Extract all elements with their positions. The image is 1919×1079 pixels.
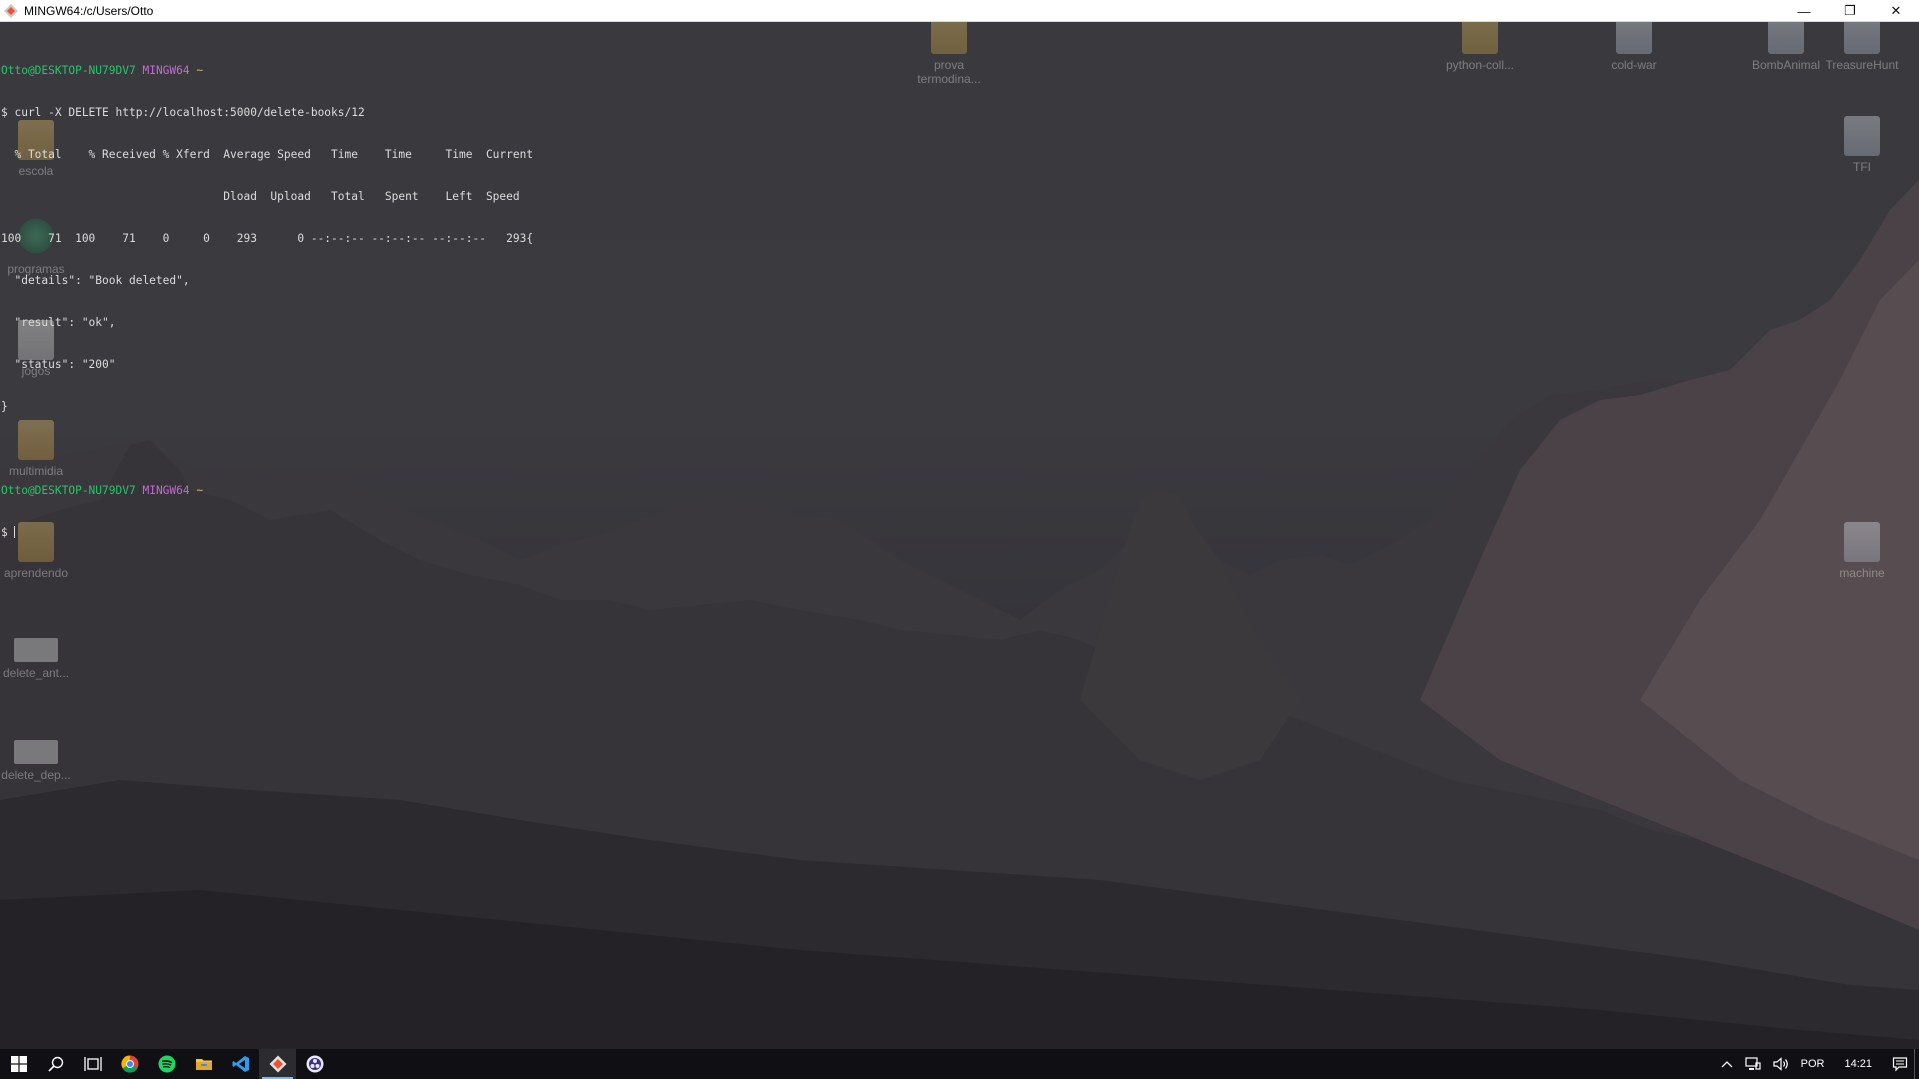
prompt-user-host: Otto@DESKTOP-NU79DV7 bbox=[1, 484, 136, 497]
tray-overflow-button[interactable] bbox=[1715, 1049, 1739, 1079]
text-cursor bbox=[14, 526, 16, 538]
input-prompt: $ bbox=[1, 526, 15, 539]
taskbar-chrome[interactable] bbox=[111, 1049, 148, 1079]
volume-icon bbox=[1773, 1057, 1788, 1071]
json-output-line: "details": "Book deleted", bbox=[1, 274, 190, 287]
tray-language[interactable]: POR bbox=[1795, 1049, 1831, 1079]
taskbar-spotify[interactable] bbox=[148, 1049, 185, 1079]
windows-start-icon bbox=[10, 1056, 27, 1072]
json-output-line: } bbox=[1, 400, 8, 413]
obs-icon bbox=[306, 1055, 323, 1073]
task-view-button[interactable] bbox=[74, 1049, 111, 1079]
window-controls: — ❐ ✕ bbox=[1781, 0, 1919, 22]
terminal-output[interactable]: Otto@DESKTOP-NU79DV7 MINGW64 ~ $ curl -X… bbox=[0, 22, 1919, 1049]
system-tray: POR 14:21 bbox=[1715, 1049, 1919, 1079]
vscode-icon bbox=[232, 1056, 249, 1072]
window-titlebar[interactable]: MINGW64:/c/Users/Otto — ❐ ✕ bbox=[0, 0, 1919, 22]
window-title: MINGW64:/c/Users/Otto bbox=[24, 3, 154, 18]
chevron-up-icon bbox=[1721, 1061, 1733, 1068]
curl-progress-header-2: Dload Upload Total Spent Left Speed bbox=[1, 190, 520, 203]
prompt-shell: MINGW64 bbox=[142, 64, 190, 77]
action-center-button[interactable] bbox=[1886, 1049, 1914, 1079]
taskbar: POR 14:21 bbox=[0, 1049, 1919, 1079]
curl-progress-header-1: % Total % Received % Xferd Average Speed… bbox=[1, 148, 534, 161]
notification-icon bbox=[1892, 1057, 1908, 1072]
search-button[interactable] bbox=[37, 1049, 74, 1079]
start-button[interactable] bbox=[0, 1049, 37, 1079]
close-button[interactable]: ✕ bbox=[1873, 0, 1919, 22]
prompt-shell: MINGW64 bbox=[142, 484, 190, 497]
search-icon bbox=[47, 1056, 63, 1072]
file-explorer-icon bbox=[195, 1059, 212, 1070]
json-output-line: "result": "ok", bbox=[1, 316, 116, 329]
prompt-line: Otto@DESKTOP-NU79DV7 MINGW64 ~ bbox=[1, 484, 1919, 498]
prompt-path: ~ bbox=[196, 64, 204, 77]
prompt-line: Otto@DESKTOP-NU79DV7 MINGW64 ~ bbox=[1, 64, 1919, 78]
restore-button[interactable]: ❐ bbox=[1827, 0, 1873, 22]
taskbar-git-bash[interactable] bbox=[259, 1049, 296, 1079]
curl-progress-row: 100 71 100 71 0 0 293 0 --:--:-- --:--:-… bbox=[1, 232, 534, 245]
command-line: $ curl -X DELETE http://localhost:5000/d… bbox=[1, 106, 365, 119]
network-icon bbox=[1745, 1057, 1761, 1070]
prompt-user-host: Otto@DESKTOP-NU79DV7 bbox=[1, 64, 136, 77]
tray-volume[interactable] bbox=[1767, 1049, 1795, 1079]
minimize-button[interactable]: — bbox=[1781, 0, 1827, 22]
taskbar-vscode[interactable] bbox=[222, 1049, 259, 1079]
taskbar-file-explorer[interactable] bbox=[185, 1049, 222, 1079]
git-bash-icon bbox=[269, 1055, 286, 1073]
spotify-icon bbox=[158, 1055, 175, 1073]
show-desktop-button[interactable] bbox=[1914, 1049, 1919, 1079]
task-view-icon bbox=[83, 1057, 102, 1071]
prompt-path: ~ bbox=[196, 484, 204, 497]
git-bash-app-icon bbox=[4, 3, 18, 18]
tray-clock[interactable]: 14:21 bbox=[1830, 1049, 1886, 1079]
chrome-icon bbox=[120, 1055, 138, 1073]
json-output-line: "status": "200" bbox=[1, 358, 116, 371]
input-line[interactable]: $ bbox=[1, 526, 1919, 540]
taskbar-obs[interactable] bbox=[296, 1049, 333, 1079]
tray-network[interactable] bbox=[1739, 1049, 1767, 1079]
